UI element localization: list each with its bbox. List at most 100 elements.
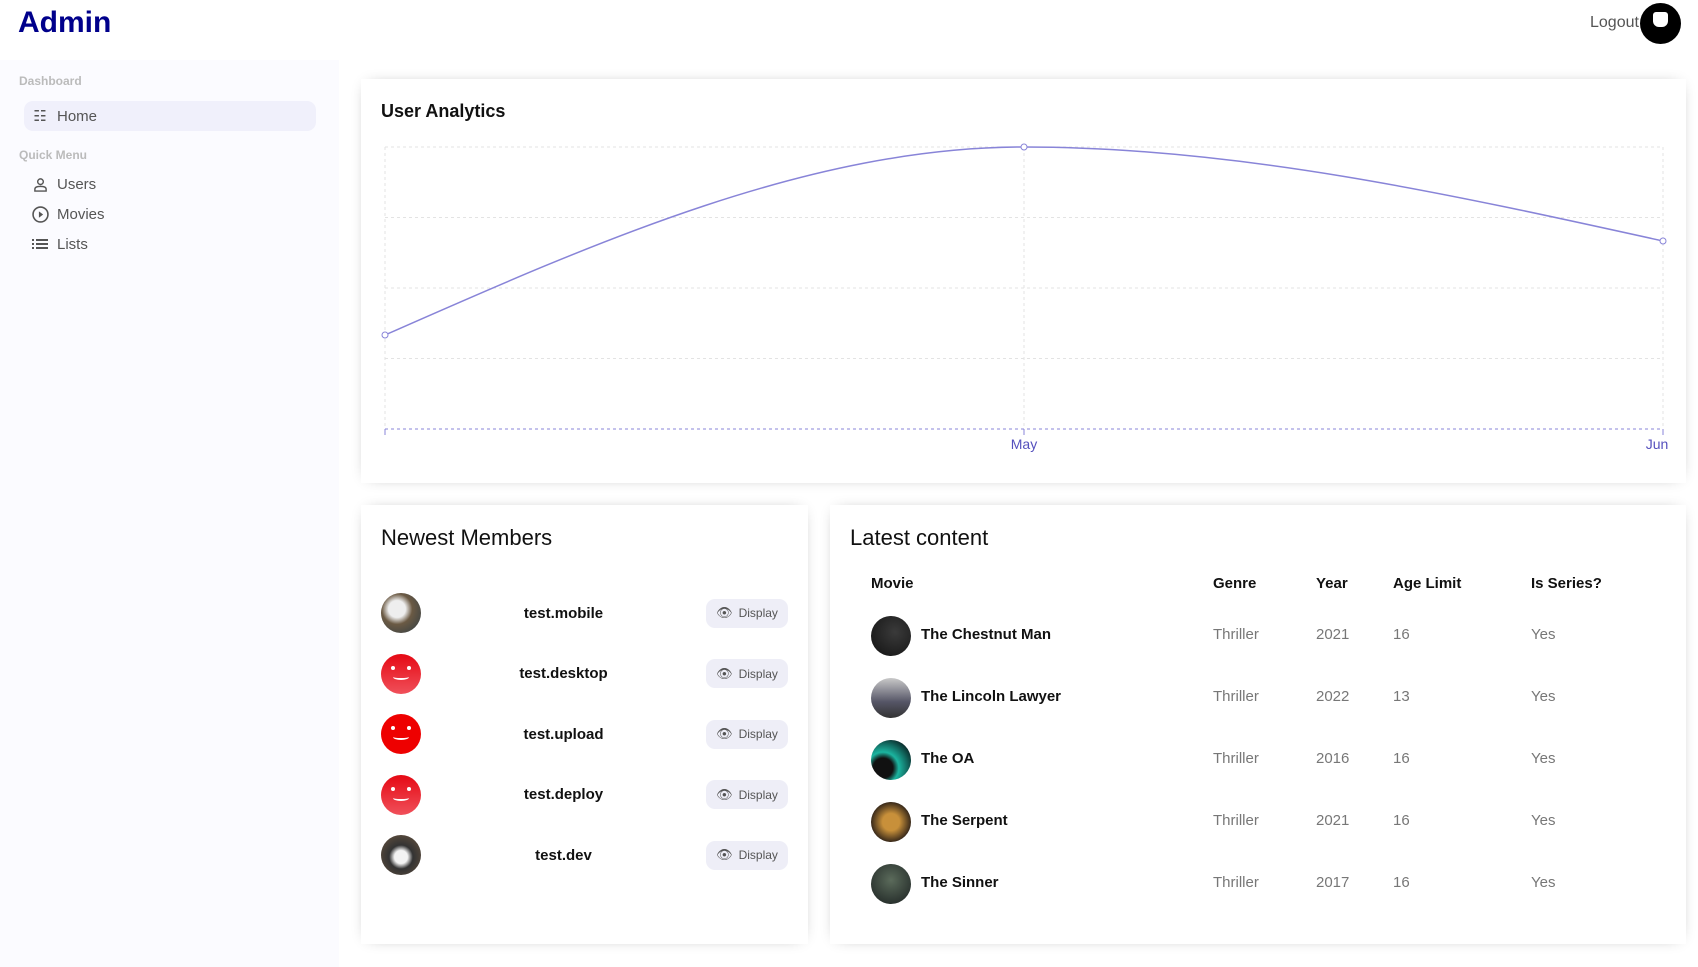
display-button-label: Display	[738, 666, 778, 681]
movie-title: The OA	[921, 750, 975, 767]
member-avatar	[381, 653, 421, 694]
movie-title: The Lincoln Lawyer	[921, 688, 1062, 705]
user-analytics-card: User Analytics May Jun	[361, 79, 1686, 483]
logout-link[interactable]: Logout	[1590, 14, 1639, 32]
x-axis-tick-label: May	[1011, 436, 1037, 452]
movie-is-series: Yes	[1531, 874, 1556, 891]
avatar-silhouette-icon	[1653, 12, 1668, 27]
sidebar: Dashboard ☷ Home Quick Menu Users Movies…	[0, 60, 339, 967]
movie-is-series: Yes	[1531, 750, 1556, 767]
newest-members-card: Newest Members test.mobile 👁 Display test…	[361, 505, 808, 944]
movie-title: The Serpent	[921, 812, 1008, 829]
movie-thumbnail	[871, 740, 911, 780]
member-username: test.mobile	[523, 604, 604, 622]
sidebar-item-label: Lists	[57, 235, 88, 253]
movie-year: 2017	[1316, 874, 1350, 891]
sidebar-item-home[interactable]: ☷ Home	[24, 101, 316, 131]
member-username: test.desktop	[519, 665, 608, 682]
sidebar-item-label: Users	[57, 175, 97, 193]
member-row: test.upload 👁 Display	[381, 714, 788, 754]
movie-genre: Thriller	[1213, 688, 1259, 705]
movie-is-series: Yes	[1531, 812, 1556, 829]
movie-thumbnail	[871, 616, 911, 656]
data-point	[1659, 237, 1667, 245]
column-header-age-limit: Age Limit	[1393, 575, 1462, 592]
play-circle-icon	[31, 205, 49, 223]
user-avatar[interactable]	[1640, 3, 1681, 44]
table-row[interactable]: The Lincoln Lawyer Thriller 2022 13 Yes	[871, 678, 1651, 718]
sidebar-item-label: Movies	[57, 205, 105, 223]
movie-title: The Sinner	[921, 874, 999, 891]
latest-content-title: Latest content	[850, 525, 989, 550]
x-axis-tick-label: Jun	[1646, 436, 1669, 452]
display-button[interactable]: 👁 Display	[706, 780, 788, 809]
movie-age-limit: 16	[1393, 626, 1410, 643]
table-row[interactable]: The Sinner Thriller 2017 16 Yes	[871, 864, 1651, 904]
display-button[interactable]: 👁 Display	[706, 598, 788, 628]
display-button-label: Display	[738, 848, 778, 862]
display-button-label: Display	[738, 727, 778, 741]
user-analytics-chart: May Jun	[381, 143, 1669, 452]
member-row: test.desktop 👁 Display	[381, 653, 788, 694]
movie-genre: Thriller	[1213, 812, 1259, 829]
sidebar-item-users[interactable]: Users	[24, 169, 316, 199]
movie-year: 2021	[1316, 626, 1350, 643]
table-row[interactable]: The Chestnut Man Thriller 2021 16 Yes	[871, 616, 1651, 656]
list-icon	[31, 237, 49, 251]
display-button[interactable]: 👁 Display	[706, 719, 788, 749]
movie-age-limit: 16	[1393, 874, 1410, 891]
movie-age-limit: 16	[1393, 812, 1410, 829]
table-row[interactable]: The Serpent Thriller 2021 16 Yes	[871, 802, 1651, 842]
eye-icon: 👁	[716, 726, 733, 741]
app-logo[interactable]: Admin	[18, 6, 111, 40]
movie-year: 2021	[1316, 812, 1350, 829]
movie-genre: Thriller	[1213, 874, 1259, 891]
column-header-movie: Movie	[871, 575, 914, 592]
series-line	[384, 146, 1664, 336]
movie-thumbnail	[871, 678, 911, 718]
member-username: test.dev	[535, 846, 592, 864]
movie-age-limit: 13	[1393, 688, 1410, 705]
member-avatar	[381, 714, 421, 754]
movie-age-limit: 16	[1393, 750, 1410, 767]
user-icon	[31, 177, 49, 192]
movie-title: The Chestnut Man	[921, 626, 1051, 643]
member-row: test.mobile 👁 Display	[381, 593, 788, 633]
table-row[interactable]: The OA Thriller 2016 16 Yes	[871, 740, 1651, 780]
movie-genre: Thriller	[1213, 626, 1259, 643]
movie-thumbnail	[871, 864, 911, 904]
sidebar-item-lists[interactable]: Lists	[24, 229, 316, 259]
member-row: test.dev 👁 Display	[381, 835, 788, 875]
eye-icon: 👁	[716, 665, 733, 681]
sidebar-item-label: Home	[57, 107, 98, 125]
display-button-label: Display	[738, 787, 778, 802]
column-header-year: Year	[1316, 575, 1348, 592]
column-header-genre: Genre	[1213, 575, 1257, 592]
column-header-is-series: Is Series?	[1531, 575, 1602, 592]
member-username: test.deploy	[523, 786, 604, 803]
member-username: test.upload	[523, 725, 604, 743]
display-button[interactable]: 👁 Display	[706, 659, 788, 688]
eye-icon: 👁	[716, 786, 733, 802]
member-row: test.deploy 👁 Display	[381, 774, 788, 815]
eye-icon: 👁	[716, 847, 733, 862]
timeline-icon: ☷	[33, 108, 47, 125]
movie-genre: Thriller	[1213, 750, 1259, 767]
display-button-label: Display	[738, 606, 778, 620]
sidebar-section-dashboard: Dashboard	[19, 74, 82, 88]
movie-thumbnail	[871, 802, 911, 842]
data-point	[381, 331, 389, 339]
member-avatar	[381, 593, 421, 633]
display-button[interactable]: 👁 Display	[706, 840, 788, 870]
sidebar-section-quick-menu: Quick Menu	[19, 148, 88, 162]
eye-icon: 👁	[716, 605, 733, 620]
sidebar-item-movies[interactable]: Movies	[24, 199, 316, 229]
data-point	[1020, 143, 1028, 151]
movie-is-series: Yes	[1531, 688, 1556, 705]
movie-is-series: Yes	[1531, 626, 1556, 643]
member-avatar	[381, 774, 421, 815]
movie-year: 2016	[1316, 750, 1350, 767]
movie-year: 2022	[1316, 688, 1350, 705]
member-avatar	[381, 835, 421, 875]
newest-members-title: Newest Members	[381, 525, 553, 550]
